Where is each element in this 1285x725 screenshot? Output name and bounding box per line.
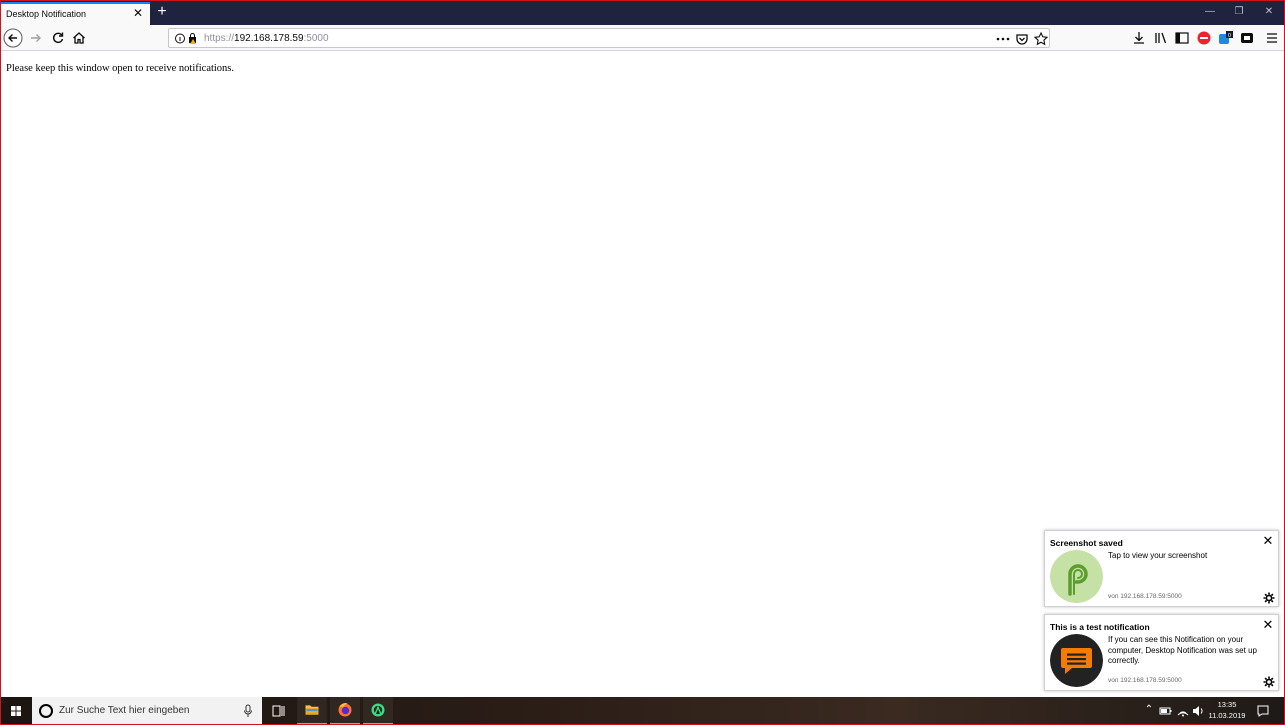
tray-overflow-chevron-icon[interactable]: ⌃ — [1142, 704, 1156, 718]
page-message: Please keep this window open to receive … — [6, 63, 235, 74]
site-info-icon[interactable] — [174, 32, 200, 45]
restore-button[interactable]: ❐ — [1224, 4, 1254, 20]
extension-icon[interactable] — [1239, 30, 1255, 46]
notification-title: Screenshot saved — [1050, 538, 1123, 548]
settings-gear-icon[interactable] — [1263, 676, 1275, 688]
windows-taskbar: Zur Suche Text hier eingeben ⌃ 13:35 11.… — [0, 697, 1285, 725]
clock-date: 11.03.2019 — [1208, 711, 1246, 720]
url-port: :5000 — [303, 33, 329, 44]
clock-time: 13:35 — [1217, 700, 1237, 709]
taskbar-clock[interactable]: 13:35 11.03.2019 — [1206, 699, 1248, 721]
battery-icon[interactable] — [1159, 704, 1173, 718]
home-icon — [73, 32, 85, 44]
windows-start-icon[interactable] — [0, 697, 32, 725]
minimize-button[interactable]: — — [1195, 4, 1225, 20]
notification-body: Tap to view your screenshot — [1108, 551, 1208, 560]
tab-desktop-notification[interactable]: Desktop Notification ✕ — [1, 2, 150, 25]
action-center-icon[interactable] — [1256, 704, 1270, 718]
tab-strip: Desktop Notification ✕ + — ❐ ✕ — [0, 0, 1285, 25]
tab-close-icon[interactable]: ✕ — [131, 6, 145, 20]
reload-icon — [52, 32, 64, 43]
network-icon[interactable] — [1176, 704, 1190, 718]
microphone-icon[interactable] — [243, 704, 253, 718]
notification-test[interactable]: This is a test notification ✕ If you can… — [1044, 614, 1279, 691]
tab-title: Desktop Notification — [6, 9, 87, 19]
url-text[interactable]: https://192.168.178.59:5000 — [204, 33, 329, 44]
url-scheme: https:// — [204, 33, 235, 44]
notification-close-icon[interactable]: ✕ — [1262, 617, 1274, 633]
search-placeholder: Zur Suche Text hier eingeben — [59, 705, 190, 716]
notification-source: von 192.168.178.59:5000 — [1108, 677, 1182, 684]
url-host: 192.168.178.59 — [234, 33, 304, 44]
page-actions-icon[interactable] — [995, 31, 1011, 47]
new-tab-button[interactable]: + — [152, 2, 172, 22]
sidebar-icon[interactable] — [1174, 30, 1190, 46]
forward-button[interactable] — [26, 28, 46, 48]
home-button[interactable] — [69, 28, 89, 48]
close-window-button[interactable]: ✕ — [1254, 4, 1284, 20]
navigation-toolbar: https://192.168.178.59:5000 0 — [0, 25, 1285, 51]
cortana-icon — [39, 704, 53, 718]
back-arrow-icon — [3, 28, 23, 48]
menu-hamburger-icon[interactable] — [1264, 30, 1280, 46]
chat-bubble-icon — [1050, 634, 1103, 687]
reload-button[interactable] — [48, 28, 68, 48]
downloads-icon[interactable] — [1131, 30, 1147, 46]
volume-icon[interactable] — [1191, 704, 1205, 718]
notification-source: von 192.168.178.59:5000 — [1108, 593, 1182, 600]
firefox-icon[interactable] — [330, 697, 360, 725]
pocket-icon[interactable] — [1014, 31, 1030, 47]
android-p-logo-icon — [1050, 550, 1103, 603]
android-studio-icon[interactable] — [363, 697, 393, 725]
svg-text:0: 0 — [1228, 33, 1231, 39]
library-icon[interactable] — [1153, 30, 1169, 46]
back-button[interactable] — [3, 28, 23, 48]
notification-close-icon[interactable]: ✕ — [1262, 533, 1274, 549]
task-view-icon[interactable] — [264, 697, 294, 725]
settings-gear-icon[interactable] — [1263, 592, 1275, 604]
taskbar-search-box[interactable]: Zur Suche Text hier eingeben — [32, 697, 262, 725]
bookmark-star-icon[interactable] — [1033, 31, 1049, 47]
forward-arrow-icon — [31, 34, 41, 42]
extension-badge-icon[interactable]: 0 — [1218, 30, 1234, 46]
notification-screenshot-saved[interactable]: Screenshot saved ✕ Tap to view your scre… — [1044, 530, 1279, 607]
adblock-icon[interactable] — [1196, 30, 1212, 46]
file-explorer-icon[interactable] — [297, 697, 327, 725]
notification-body: If you can see this Notification on your… — [1108, 635, 1257, 665]
address-bar[interactable]: https://192.168.178.59:5000 — [168, 28, 1050, 48]
notification-title: This is a test notification — [1050, 622, 1150, 632]
